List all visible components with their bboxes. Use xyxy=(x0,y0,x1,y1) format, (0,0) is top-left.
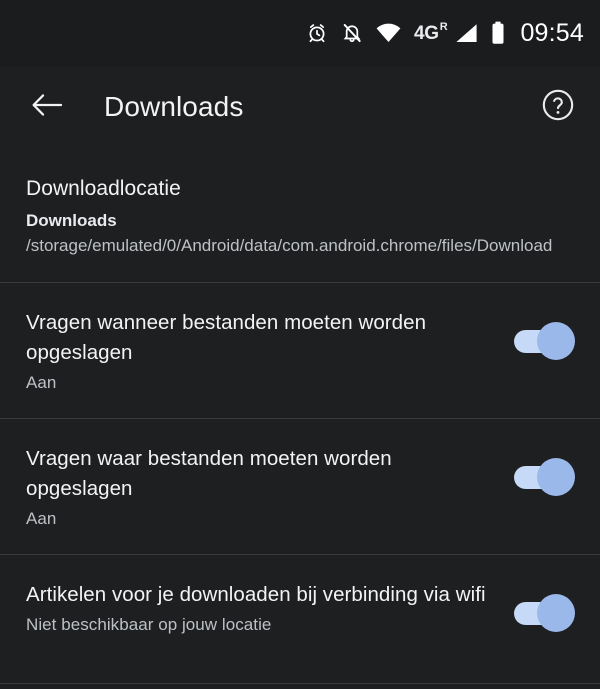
setting-row-ask-when-saving[interactable]: Vragen wanneer bestanden moeten worden o… xyxy=(0,282,600,418)
setting-subtitle: Niet beschikbaar op jouw locatie xyxy=(26,615,272,634)
signal-icon xyxy=(454,23,478,43)
toggle-ask-where-saving[interactable] xyxy=(514,456,576,498)
toggle-thumb xyxy=(537,322,575,360)
help-button[interactable] xyxy=(538,87,578,127)
download-location-path: /storage/emulated/0/Android/data/com.and… xyxy=(26,236,553,255)
page-title: Downloads xyxy=(104,91,244,122)
toggle-thumb xyxy=(537,458,575,496)
phone-screen: 4G R 09:54 Downloads Downloadlocatie Dow… xyxy=(0,0,600,689)
toggle-download-articles-wifi[interactable] xyxy=(514,592,576,634)
download-location-row[interactable]: Downloadlocatie Downloads /storage/emula… xyxy=(0,148,600,282)
app-bar: Downloads xyxy=(0,66,600,148)
roaming-indicator: R xyxy=(439,20,448,33)
status-bar: 4G R 09:54 xyxy=(0,0,600,66)
setting-row-text: Artikelen voor je downloaden bij verbind… xyxy=(26,580,504,638)
bell-off-icon xyxy=(341,22,363,44)
toggle-thumb xyxy=(537,594,575,632)
setting-row-download-articles-wifi[interactable]: Artikelen voor je downloaden bij verbind… xyxy=(0,554,600,664)
help-circle-icon xyxy=(541,88,575,127)
arrow-left-icon xyxy=(31,91,63,124)
download-location-text: Downloadlocatie Downloads /storage/emula… xyxy=(26,174,576,258)
download-location-title: Downloadlocatie xyxy=(26,177,181,200)
bottom-divider xyxy=(0,683,600,684)
battery-icon xyxy=(491,21,505,45)
setting-title: Artikelen voor je downloaden bij verbind… xyxy=(26,583,486,606)
settings-list: Downloadlocatie Downloads /storage/emula… xyxy=(0,148,600,664)
setting-row-ask-where-saving[interactable]: Vragen waar bestanden moeten worden opge… xyxy=(0,418,600,554)
back-button[interactable] xyxy=(26,86,68,128)
download-location-folder: Downloads xyxy=(26,211,117,230)
setting-row-text: Vragen wanneer bestanden moeten worden o… xyxy=(26,308,504,396)
alarm-icon xyxy=(306,22,328,44)
setting-row-text: Vragen waar bestanden moeten worden opge… xyxy=(26,444,504,532)
setting-title: Vragen waar bestanden moeten worden opge… xyxy=(26,447,392,500)
wifi-icon xyxy=(376,23,401,43)
status-bar-clock: 09:54 xyxy=(520,18,584,47)
download-location-value: Downloads /storage/emulated/0/Android/da… xyxy=(26,208,576,258)
status-bar-icons: 4G R 09:54 xyxy=(306,18,584,47)
setting-subtitle: Aan xyxy=(26,509,57,528)
network-type-label: 4G R xyxy=(414,20,448,44)
toggle-ask-when-saving[interactable] xyxy=(514,320,576,362)
setting-title: Vragen wanneer bestanden moeten worden o… xyxy=(26,311,427,364)
setting-subtitle: Aan xyxy=(26,373,57,392)
